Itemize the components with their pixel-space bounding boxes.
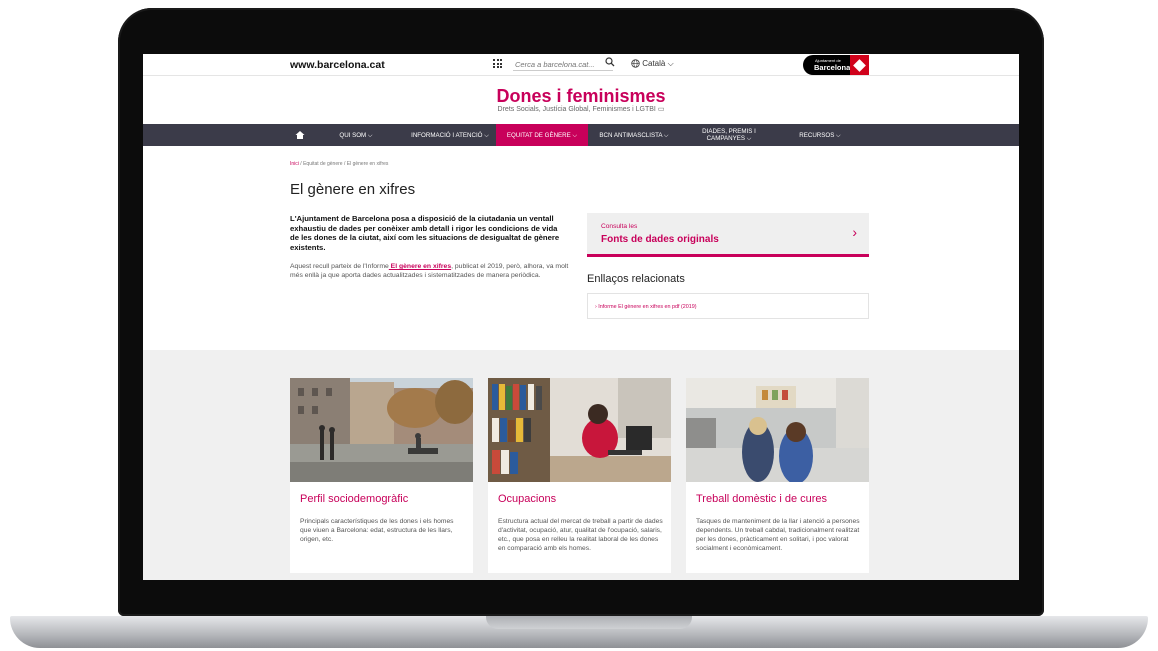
search-input[interactable] [513,58,613,71]
nav-equitat-genere[interactable]: EQUITAT DE GÈNERE ⌵ [496,124,588,146]
site-title[interactable]: Dones i feminismes [143,86,1019,107]
card-image-plaza [290,378,473,482]
globe-icon [631,59,640,68]
language-selector[interactable]: Català ⌵ [631,59,674,69]
language-label: Català ⌵ [642,59,674,68]
breadcrumb-equitat[interactable]: Equitat de gènere [303,161,342,167]
main-nav: QUI SOM ⌵ INFORMACIÓ I ATENCIÓ ⌵ EQUITAT… [143,124,1019,146]
related-links-title: Enllaços relacionats [587,273,685,285]
fonts-dades-cta[interactable]: Consulta les Fonts de dades originals › [587,213,869,257]
body-paragraph: Aquest recull parteix de l'Informe El gè… [290,263,569,279]
home-icon[interactable] [295,130,305,140]
card-image-kitchen [686,378,869,482]
related-link-informe-pdf[interactable]: › Informe El gènere en xifres en pdf (20… [595,304,697,310]
site-subtitle[interactable]: Drets Socials, Justícia Global, Feminism… [143,105,1019,113]
browser-page: www.barcelona.cat Català ⌵ Ajuntament de… [143,54,1019,580]
top-bar: www.barcelona.cat Català ⌵ Ajuntament de… [143,54,1019,76]
nav-informacio-atencio[interactable]: INFORMACIÓ I ATENCIÓ ⌵ [405,124,495,146]
nav-qui-som[interactable]: QUI SOM ⌵ [331,124,381,146]
nav-bcn-antimasclista[interactable]: BCN ANTIMASCLISTA ⌵ [594,124,674,146]
lead-paragraph: L'Ajuntament de Barcelona posa a disposi… [290,214,560,252]
related-links-box: › Informe El gènere en xifres en pdf (20… [587,293,869,319]
card-perfil-sociodemografic[interactable]: Perfil sociodemogràfic Principals caract… [290,378,473,573]
card-title[interactable]: Perfil sociodemogràfic [300,493,408,505]
card-description: Estructura actual del mercat de treball … [498,518,663,552]
nav-diades-premis[interactable]: DIADES, PREMIS I CAMPANYES ⌵ [699,124,759,146]
apps-grid-icon[interactable] [493,59,502,68]
laptop-base [10,616,1148,648]
nav-recursos[interactable]: RECURSOS ⌵ [795,124,845,146]
ajuntament-logo[interactable]: Ajuntament de Barcelona [803,55,869,75]
card-title[interactable]: Treball domèstic i de cures [696,493,827,505]
breadcrumb: Inici / Equitat de gènere / El gènere en… [290,161,389,167]
site-url-link[interactable]: www.barcelona.cat [290,59,385,71]
breadcrumb-home[interactable]: Inici [290,161,299,167]
barcelona-seal-icon [850,55,869,75]
card-ocupacions[interactable]: Ocupacions Estructura actual del mercat … [488,378,671,573]
card-treball-domestic[interactable]: Treball domèstic i de cures Tasques de m… [686,378,869,573]
cta-label-small: Consulta les [601,223,638,230]
card-title[interactable]: Ocupacions [498,493,556,505]
laptop-notch [486,616,692,629]
card-image-office [488,378,671,482]
cta-label-big: Fonts de dades originals [601,234,719,245]
logo-text-big: Barcelona [814,63,851,72]
breadcrumb-current: El gènere en xifres [346,161,389,167]
page-title: El gènere en xifres [290,181,416,198]
card-description: Tasques de manteniment de la llar i aten… [696,518,860,552]
chevron-right-icon: › [852,224,857,240]
informe-link[interactable]: El gènere en xifres [389,263,451,270]
card-description: Principals característiques de les dones… [300,518,454,543]
search-icon[interactable] [605,57,615,70]
